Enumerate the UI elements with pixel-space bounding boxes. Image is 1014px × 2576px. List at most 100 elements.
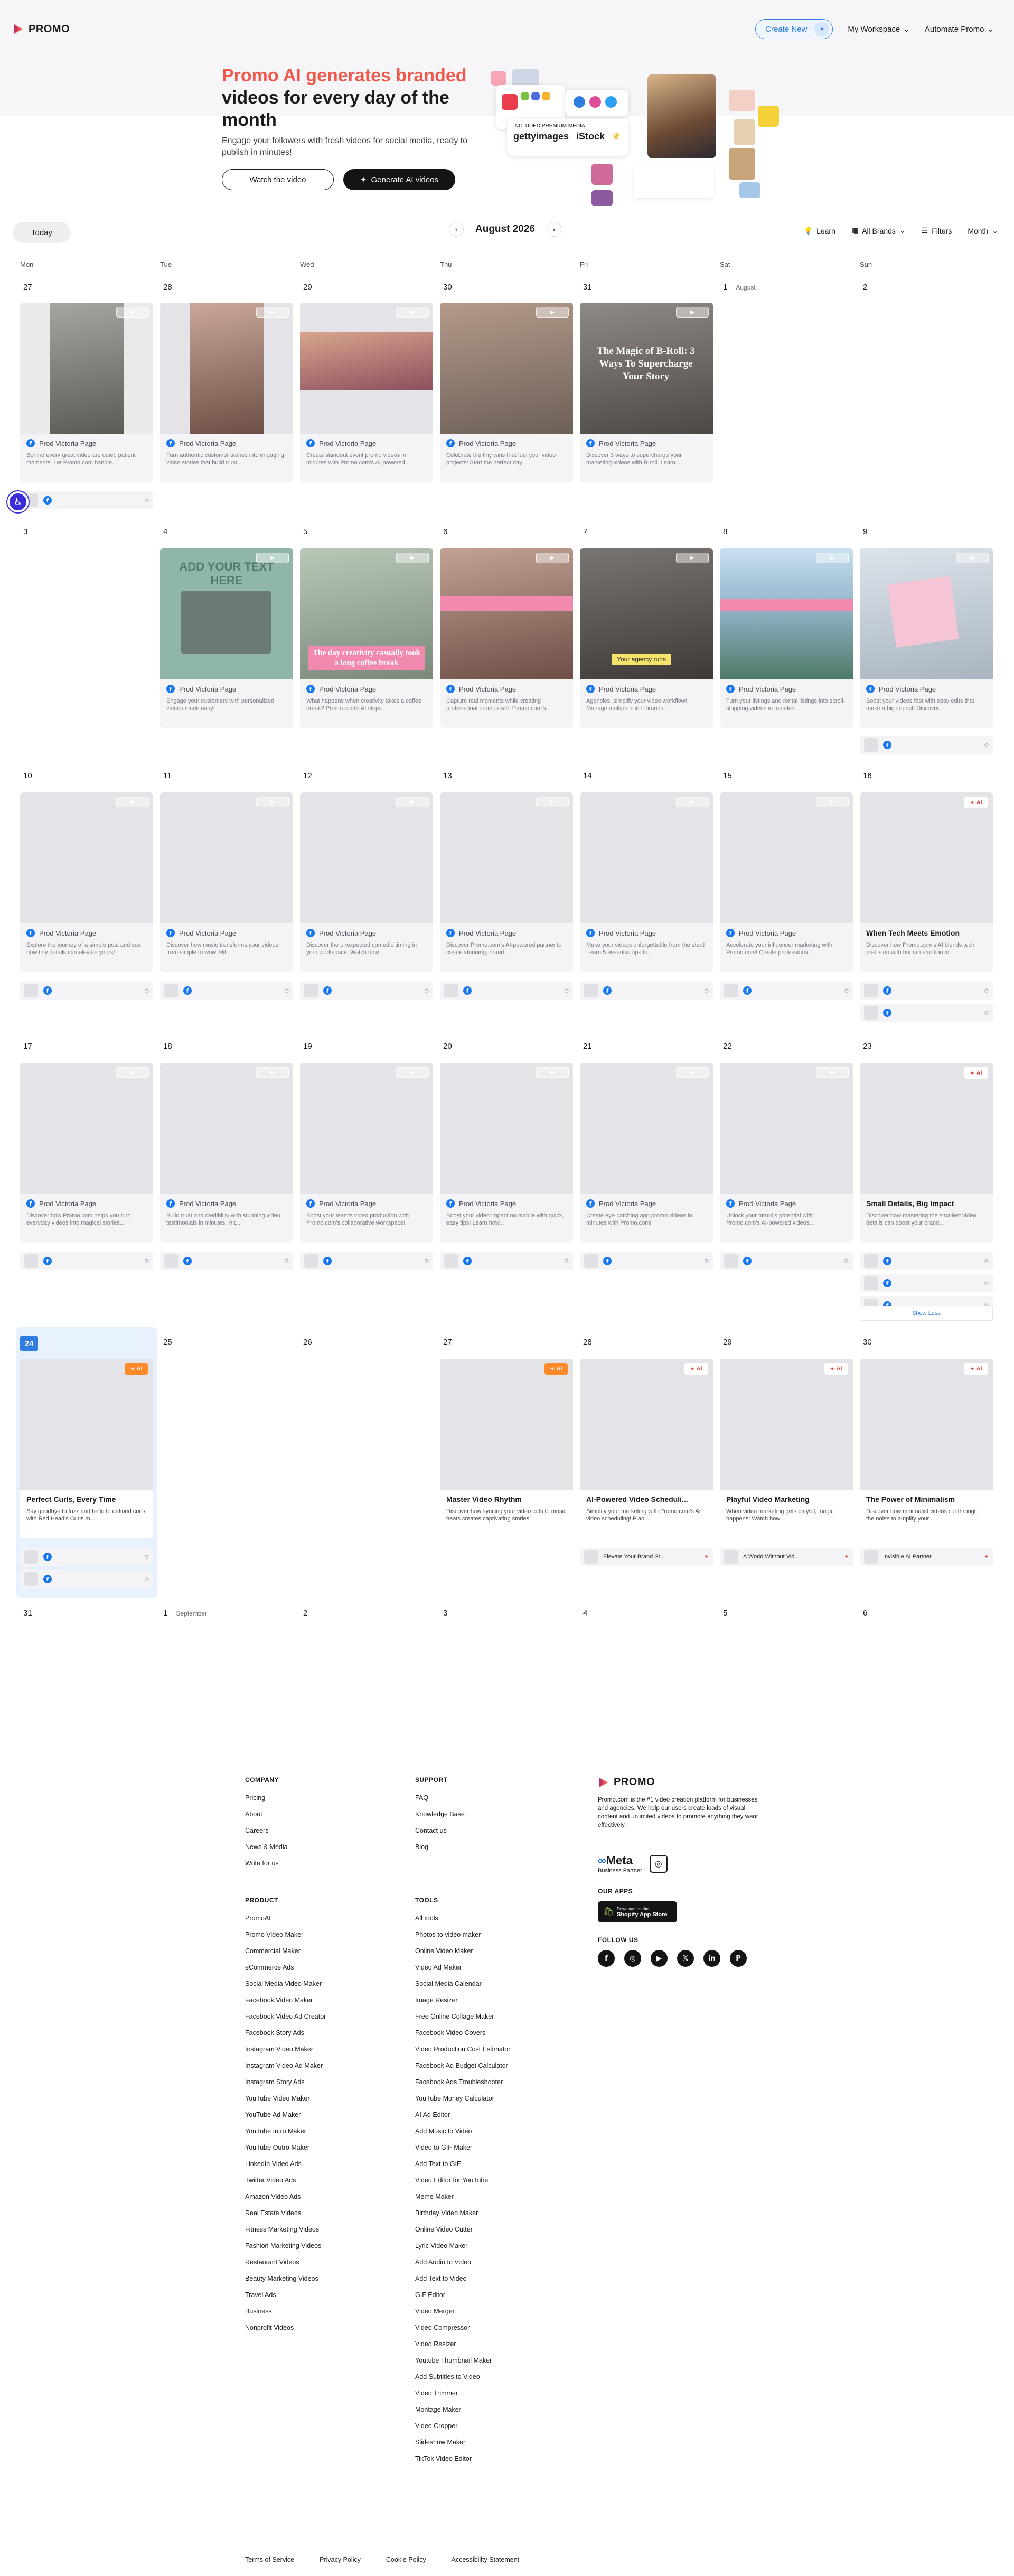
scheduled-post-card[interactable]: ▶ f Prod Victoria Page Boost your videos … <box>860 548 993 728</box>
scheduled-post-card[interactable]: ▶ f Prod Victoria Page Accelerate your infl… <box>720 792 853 972</box>
footer-link[interactable]: Add Text to GIF <box>415 2156 574 2172</box>
post-row[interactable]: f ◷ <box>160 1252 293 1270</box>
post-row[interactable]: f ◷ <box>860 982 993 1000</box>
scheduled-post-card[interactable]: ▶ f Prod Victoria Page Celebrate the tiny… <box>440 303 573 482</box>
footer-link[interactable]: Instagram Story Ads <box>245 2074 403 2090</box>
footer-link[interactable]: Meme Maker <box>415 2189 574 2205</box>
footer-link[interactable]: Free Online Collage Maker <box>415 2009 574 2025</box>
learn-button[interactable]: 💡 Learn <box>804 226 835 235</box>
footer-link[interactable]: Online Video Maker <box>415 1943 574 1959</box>
footer-link[interactable]: Amazon Video Ads <box>245 2189 403 2205</box>
footer-link[interactable]: Image Resizer <box>415 1992 574 2009</box>
footer-link[interactable]: Write for us <box>245 1855 393 1872</box>
shopify-app-store-button[interactable]: 🛍 Download on the Shopify App Store <box>598 1901 677 1922</box>
footer-link[interactable]: Online Video Cutter <box>415 2222 574 2238</box>
scheduled-post-card[interactable]: ▶ f Prod Victoria Page Discover how Promo.c… <box>20 1063 153 1243</box>
footer-link[interactable]: Careers <box>245 1823 393 1839</box>
scheduled-post-card[interactable]: ▶ f Prod Victoria Page Make your videos unf… <box>580 792 713 972</box>
scheduled-post-card[interactable]: ▶ f Prod Victoria Page Build trust and cred… <box>160 1063 293 1243</box>
post-row[interactable]: f ◷ <box>300 1252 433 1270</box>
footer-link[interactable]: Birthday Video Maker <box>415 2205 574 2222</box>
footer-link[interactable]: Facebook Ads Troubleshooter <box>415 2074 574 2090</box>
draft-row[interactable]: Invisible AI Partner ✦ <box>860 1548 993 1566</box>
footer-link[interactable]: TikTok Video Editor <box>415 2451 574 2467</box>
post-row[interactable]: f ◷ <box>580 1252 713 1270</box>
scheduled-post-card[interactable]: The day creativity casually took a long … <box>300 548 433 728</box>
footer-link[interactable]: Add Audio to Video <box>415 2254 574 2271</box>
legal-link[interactable]: Cookie Policy <box>386 2556 426 2563</box>
footer-link[interactable]: Video Compressor <box>415 2320 574 2336</box>
view-dropdown[interactable]: Month ⌄ <box>968 226 998 235</box>
today-marker[interactable]: 24 <box>20 1336 38 1351</box>
scheduled-post-card[interactable]: ▶ f Prod Victoria Page Discover Promo.com's… <box>440 792 573 972</box>
today-button[interactable]: Today <box>13 222 71 243</box>
footer-link[interactable]: Add Subtitles to Video <box>415 2369 574 2385</box>
footer-link[interactable]: Travel Ads <box>245 2287 403 2303</box>
footer-link[interactable]: Slideshow Maker <box>415 2434 574 2451</box>
footer-link[interactable]: Restaurant Videos <box>245 2254 403 2271</box>
post-row[interactable]: f ◷ <box>20 982 153 1000</box>
footer-link[interactable]: LinkedIn Video Ads <box>245 2156 403 2172</box>
brand-logo[interactable]: PROMO <box>13 23 70 35</box>
watch-video-button[interactable]: Watch the video <box>222 169 334 190</box>
filters-button[interactable]: ☰ Filters <box>922 226 952 235</box>
legal-link[interactable]: Privacy Policy <box>320 2556 361 2563</box>
post-row[interactable]: f ◷ <box>720 982 853 1000</box>
accessibility-button[interactable]: ♿ <box>7 491 29 512</box>
footer-link[interactable]: Real Estate Videos <box>245 2205 403 2222</box>
footer-link[interactable]: Pricing <box>245 1790 393 1806</box>
footer-link[interactable]: News & Media <box>245 1839 393 1855</box>
draft-row[interactable]: Elevate Your Brand St... ✦ <box>580 1548 713 1566</box>
footer-link[interactable]: Fitness Marketing Videos <box>245 2222 403 2238</box>
footer-link[interactable]: Video Editor for YouTube <box>415 2172 574 2189</box>
draft-post-card[interactable]: ✦ AI Master Video Rhythm Discover how synci… <box>440 1359 573 1538</box>
linkedin-icon[interactable]: in <box>703 1950 720 1967</box>
post-row[interactable]: f ◷ <box>20 1548 153 1566</box>
draft-post-card[interactable]: ✦ AI Perfect Curls, Every Time Say goodbye … <box>20 1359 153 1538</box>
footer-link[interactable]: YouTube Money Calculator <box>415 2090 574 2107</box>
post-row[interactable]: f ◷ <box>440 1252 573 1270</box>
footer-link[interactable]: Montage Maker <box>415 2402 574 2418</box>
chevron-down-icon[interactable]: ▾ <box>814 22 830 36</box>
footer-link[interactable]: YouTube Outro Maker <box>245 2140 403 2156</box>
footer-link[interactable]: Video Trimmer <box>415 2385 574 2402</box>
footer-link[interactable]: Facebook Video Ad Creator <box>245 2009 403 2025</box>
scheduled-post-card[interactable]: ▶ f Prod Victoria Page Unlock your brand's … <box>720 1063 853 1243</box>
post-row[interactable]: f ◷ <box>860 1252 993 1270</box>
footer-link[interactable]: Video Resizer <box>415 2336 574 2353</box>
footer-link[interactable]: Beauty Marketing Videos <box>245 2271 403 2287</box>
footer-link[interactable]: FAQ <box>415 1790 563 1806</box>
footer-link[interactable]: Social Media Video Maker <box>245 1976 403 1992</box>
footer-link[interactable]: Video Cropper <box>415 2418 574 2434</box>
footer-link[interactable]: Lyric Video Maker <box>415 2238 574 2254</box>
scheduled-post-card[interactable]: ▶ f Prod Victoria Page Explore the journey … <box>20 792 153 972</box>
draft-post-card[interactable]: ✦ AI Playful Video Marketing When video mar… <box>720 1359 853 1538</box>
footer-link[interactable]: Facebook Ad Budget Calculator <box>415 2058 574 2074</box>
scheduled-post-card[interactable]: ▶ f Prod Victoria Page Boost your video imp… <box>440 1063 573 1243</box>
draft-post-card[interactable]: ✦ AI AI-Powered Video Scheduli... Simplify … <box>580 1359 713 1538</box>
footer-link[interactable]: Contact us <box>415 1823 563 1839</box>
scheduled-post-card[interactable]: The Magic of B-Roll: 3 Ways To Superchar… <box>580 303 713 482</box>
scheduled-post-card[interactable]: ▶ f Prod Victoria Page Create eye-catching … <box>580 1063 713 1243</box>
x-twitter-icon[interactable]: 𝕏 <box>677 1950 694 1967</box>
automate-promo-menu[interactable]: Automate Promo ⌄ <box>925 24 994 34</box>
footer-link[interactable]: Twitter Video Ads <box>245 2172 403 2189</box>
my-workspace-menu[interactable]: My Workspace ⌄ <box>848 24 910 34</box>
footer-link[interactable]: PromoAI <box>245 1910 403 1927</box>
footer-link[interactable]: Add Text to Video <box>415 2271 574 2287</box>
prev-month-button[interactable]: ‹ <box>449 222 464 237</box>
create-new-button[interactable]: Create New ▾ <box>755 19 833 39</box>
instagram-icon[interactable]: ◎ <box>624 1950 641 1967</box>
footer-link[interactable]: Instagram Video Maker <box>245 2041 403 2058</box>
scheduled-post-card[interactable]: ▶ f Prod Victoria Page Discover how music t… <box>160 792 293 972</box>
footer-link[interactable]: Video Merger <box>415 2303 574 2320</box>
footer-link[interactable]: Knowledge Base <box>415 1806 563 1823</box>
post-row[interactable]: f ◷ <box>300 982 433 1000</box>
draft-post-card[interactable]: ✦ AI Small Details, Big Impact Discover how… <box>860 1063 993 1243</box>
footer-link[interactable]: Social Media Calendar <box>415 1976 574 1992</box>
footer-link[interactable]: eCommerce Ads <box>245 1959 403 1976</box>
draft-post-card[interactable]: ✦ AI When Tech Meets Emotion Discover how P… <box>860 792 993 972</box>
post-row[interactable]: f ◷ <box>20 1570 153 1588</box>
show-less-link[interactable]: Show Less <box>860 1306 993 1321</box>
generate-ai-videos-button[interactable]: ✦ Generate AI videos <box>343 169 455 190</box>
